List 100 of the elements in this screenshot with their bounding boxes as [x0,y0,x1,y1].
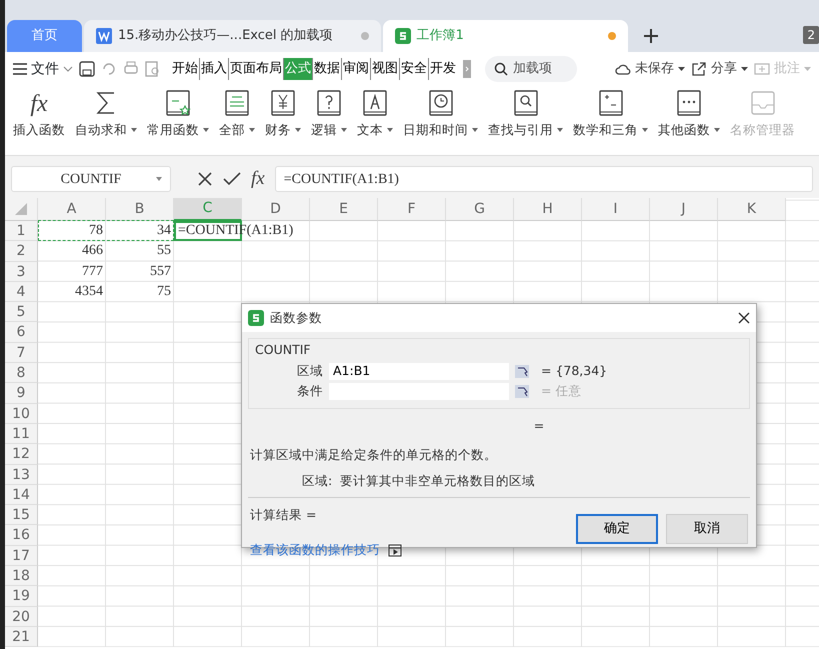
ribbon-tab[interactable]: 开始 [171,58,199,80]
ribbon-button[interactable]: 逻辑 [311,90,347,140]
ribbon-tab[interactable]: 数据 [312,58,341,80]
row-header[interactable]: 10 [5,404,38,424]
ribbon-tab[interactable]: 视图 [370,58,399,80]
help-link[interactable]: 查看该函数的操作技巧 [250,540,380,560]
row-header[interactable]: 9 [5,383,38,404]
check-icon[interactable] [223,171,241,187]
column-header[interactable]: B [106,198,174,221]
close-dot[interactable] [360,32,369,40]
argument-label: 区域 [297,362,323,380]
column-header[interactable]: H [514,198,582,221]
ribbon-button[interactable]: 数学和三角 [573,90,648,140]
ribbon-tab[interactable]: 插入 [199,58,228,80]
action-button[interactable]: 分享 [691,59,748,79]
share-icon [691,61,707,77]
row-header[interactable]: 3 [5,262,38,282]
ribbon-button[interactable]: 日期和时间 [403,90,478,140]
table-cell-text: 4354 [74,282,104,301]
function-description: 计算区域中满足给定条件的单元格的个数。 [249,446,498,464]
column-header[interactable]: E [310,198,378,221]
search-field[interactable]: 加载项 [485,56,577,82]
ribbon-button[interactable]: 其他函数 [658,90,720,140]
window-tab[interactable]: 15.移动办公技巧—...Excel 的加载项 [84,20,381,52]
row-header[interactable]: 5 [5,302,38,322]
argument-help-label: 区域: [302,472,332,490]
argument-result: = {78,34} [541,362,608,380]
row-header[interactable]: 15 [5,505,38,526]
action-button[interactable]: 未保存 [615,59,685,79]
ribbon-tab[interactable]: 公式 [283,58,312,80]
argument-help: 要计算其中非空单元格数目的区域 [340,472,536,490]
search-book-icon [512,90,540,118]
row-header[interactable]: 2 [5,241,38,262]
table-cell-text: 777 [81,262,104,281]
ribbon-button[interactable]: 文本 [357,90,393,140]
dots-book-icon [675,90,703,118]
formula-field[interactable]: =COUNTIF(A1:B1) [274,166,813,192]
column-header[interactable]: D [242,198,310,221]
window-tab[interactable]: 首页 [7,20,82,52]
table-cell-text: 75 [156,282,172,301]
row-header[interactable]: 8 [5,363,38,384]
ribbon-button[interactable]: fx 插入函数 [13,90,65,140]
row-header[interactable]: 4 [5,282,38,302]
ribbon-tab[interactable]: 审阅 [341,58,370,80]
menu-icon [13,63,27,75]
row-header[interactable]: 17 [5,546,38,566]
range-select-icon[interactable] [515,365,529,378]
argument-label: 条件 [297,382,323,400]
ribbon-button[interactable]: 全部 [219,90,255,140]
file-menu[interactable]: 文件 [13,58,73,80]
ribbon-tab[interactable]: 开发 [428,58,457,80]
row-header[interactable]: 11 [5,424,38,444]
function-button[interactable]: fx [251,169,265,189]
table-cell-text: 466 [81,242,104,260]
row-header[interactable]: 18 [5,566,38,586]
row-header[interactable]: 6 [5,322,38,343]
dialog-button[interactable]: 确定 [576,514,658,544]
row-header[interactable]: 20 [5,606,38,627]
row-header[interactable]: 1 [5,221,38,242]
column-header[interactable]: I [582,198,650,221]
comment-icon [754,61,770,77]
column-header[interactable]: G [446,198,514,221]
video-icon[interactable] [388,544,402,557]
range-select-icon[interactable] [515,385,529,398]
row-header[interactable]: 14 [5,484,38,506]
ribbon-button[interactable]: 常用函数 [147,90,209,140]
dialog-button[interactable]: 取消 [666,514,748,544]
ribbon-tab[interactable]: 安全 [399,58,428,80]
argument-field[interactable]: A1:B1 [329,363,509,380]
question-book-icon [315,90,343,118]
row-header[interactable]: 16 [5,525,38,546]
column-header[interactable]: J [650,198,718,221]
caret-icon [156,177,162,181]
column-header[interactable]: K [718,198,786,221]
name-box[interactable]: COUNTIF [11,166,171,192]
row-header[interactable]: 21 [5,626,38,648]
math-book-icon [596,90,624,118]
caret-icon [678,67,685,71]
row-header[interactable]: 7 [5,342,38,364]
row-header[interactable]: 12 [5,444,38,465]
caret-icon [741,67,748,71]
result-label: 计算结果 = [250,506,318,524]
column-header[interactable]: C [174,198,242,221]
function-icon: fx [30,90,48,118]
row-header[interactable]: 19 [5,586,38,607]
ribbon-button[interactable]: 自动求和 [75,90,137,140]
argument-result: = 任意 [541,382,582,400]
window-tab[interactable]: 工作簿1 [382,20,628,52]
table-cell-text: 34 [156,222,172,240]
close-icon[interactable] [738,312,750,324]
save-icon[interactable] [79,61,95,77]
column-header[interactable]: F [378,198,446,221]
cancel-icon[interactable] [197,171,213,187]
ribbon-button[interactable]: 查找与引用 [488,90,563,140]
plus-icon[interactable] [642,27,660,45]
table-cell-text: 78 [88,222,104,240]
row-header[interactable]: 13 [5,464,38,485]
column-header[interactable]: A [38,198,106,221]
ribbon-button[interactable]: 财务 [265,90,301,140]
window-count[interactable]: 2 [803,26,819,44]
